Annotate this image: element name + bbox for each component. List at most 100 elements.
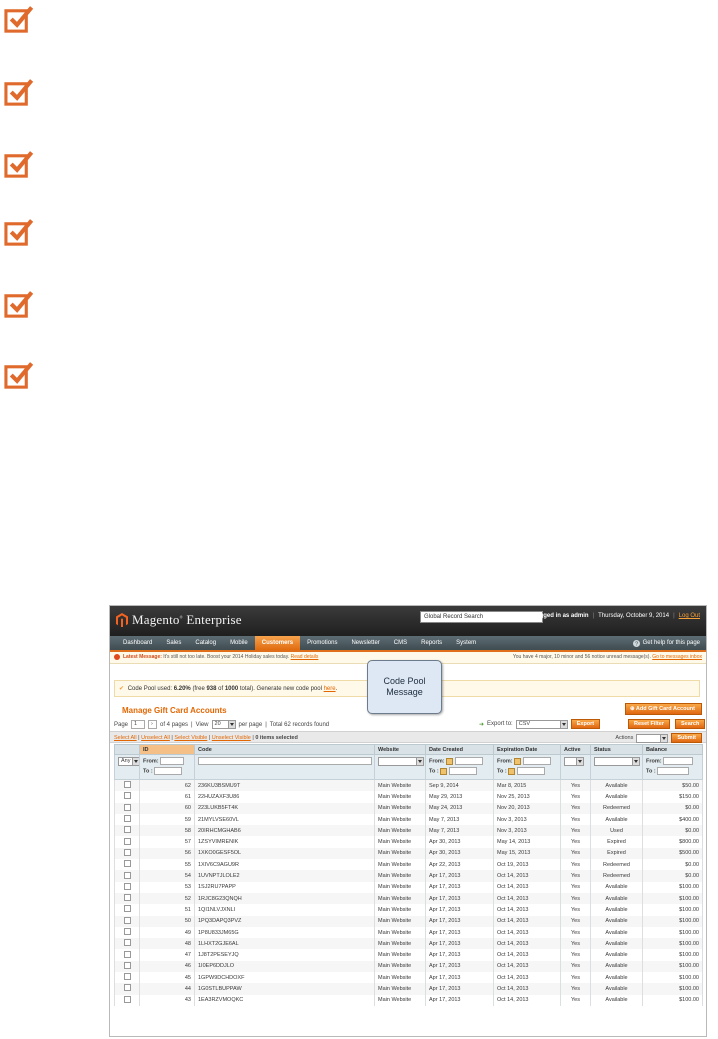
global-search-input[interactable]: Global Record Search: [420, 611, 543, 623]
table-row[interactable]: 48 1LHXT2GJE6AL Main Website Apr 17, 2013 Oc…: [114, 938, 703, 950]
table-row[interactable]: 49 1P8U833JM65G Main Website Apr 17, 2013 Oc…: [114, 926, 703, 939]
select-all-link[interactable]: Select All: [114, 735, 137, 741]
reset-filter-button[interactable]: Reset Filter: [628, 719, 670, 729]
table-row[interactable]: 57 1ZSYVIMRENIK Main Website Apr 30, 2013 Ma…: [114, 836, 703, 848]
select-visible-link[interactable]: Select Visible: [174, 735, 207, 741]
column-header-date-created[interactable]: Date Created: [425, 744, 494, 755]
export-button[interactable]: Export: [570, 719, 601, 729]
column-header-status[interactable]: Status: [590, 744, 643, 755]
row-checkbox[interactable]: [123, 984, 131, 992]
row-checkbox[interactable]: [123, 792, 131, 800]
balance-from-input[interactable]: [663, 757, 694, 765]
logout-link[interactable]: Log Out: [679, 613, 700, 619]
calendar-icon[interactable]: [508, 767, 516, 775]
unselect-visible-link[interactable]: Unselect Visible: [212, 735, 251, 741]
row-checkbox[interactable]: [123, 871, 131, 879]
table-row[interactable]: 60 223LUKB5FT4K Main Website May 24, 2013 No…: [114, 802, 703, 814]
table-row[interactable]: 58 20IRHCMGHAB6 Main Website May 7, 2013 Nov…: [114, 825, 703, 837]
id-to-input[interactable]: [154, 767, 183, 775]
table-row[interactable]: 51 1QI1NLVJXNLI Main Website Apr 17, 2013 Oc…: [114, 904, 703, 916]
cell-expiration: Oct 14, 2013: [493, 892, 561, 905]
date-created-from-input[interactable]: [454, 757, 483, 765]
website-filter-select[interactable]: [378, 757, 424, 766]
row-checkbox[interactable]: [123, 916, 131, 924]
nav-item-system[interactable]: System: [449, 636, 483, 650]
nav-item-catalog[interactable]: Catalog: [188, 636, 223, 650]
table-row[interactable]: 54 1UVNPTJLOLE2 Main Website Apr 17, 2013 Oc…: [114, 870, 703, 882]
per-page-select[interactable]: 20: [211, 720, 236, 729]
gift-card-grid: ID Code Website Date Created Expiration Date…: [114, 744, 703, 1006]
row-checkbox[interactable]: [123, 894, 131, 902]
row-checkbox[interactable]: [123, 781, 131, 789]
row-checkbox[interactable]: [123, 995, 131, 1003]
add-gift-card-button[interactable]: ⊕ Add Gift Card Account: [624, 703, 702, 715]
calendar-icon[interactable]: [446, 757, 454, 765]
nav-item-promotions[interactable]: Promotions: [300, 636, 344, 650]
calendar-icon[interactable]: [514, 757, 522, 765]
table-row[interactable]: 44 1G0STLBUPPAW Main Website Apr 17, 2013 Oc…: [114, 983, 703, 995]
status-filter-select[interactable]: [594, 757, 640, 766]
nav-item-newsletter[interactable]: Newsletter: [344, 636, 386, 650]
table-row[interactable]: 43 1EA3RZVMOQKC Main Website Apr 17, 2013 Oc…: [114, 994, 703, 1006]
row-checkbox[interactable]: [123, 939, 131, 947]
column-header-expiration-date[interactable]: Expiration Date: [493, 744, 561, 755]
expiration-from-input[interactable]: [522, 757, 551, 765]
nav-item-cms[interactable]: CMS: [387, 636, 414, 650]
table-row[interactable]: 62 236KU3BSMU9T Main Website Sep 9, 2014 Mar…: [114, 779, 703, 792]
row-checkbox[interactable]: [123, 928, 131, 935]
table-row[interactable]: 53 1SJ2RU7PAPP Main Website Apr 17, 2013 Oct…: [114, 881, 703, 893]
nav-item-reports[interactable]: Reports: [414, 636, 449, 650]
next-page-button[interactable]: ›: [148, 720, 158, 729]
logo-brand: Magento: [132, 612, 180, 627]
submit-button[interactable]: Submit: [671, 733, 702, 743]
code-filter-input[interactable]: [198, 757, 372, 765]
table-row[interactable]: 55 1XIV6C9AGU9R Main Website Apr 22, 2013 Oc…: [114, 859, 703, 871]
row-checkbox[interactable]: [123, 950, 131, 958]
help-link[interactable]: ? Get help for this page: [632, 636, 700, 650]
nav-item-sales[interactable]: Sales: [159, 636, 188, 650]
table-row[interactable]: 56 1XKO0GESF5OL Main Website Apr 30, 2013 Ma…: [114, 847, 703, 860]
column-header-balance[interactable]: Balance: [642, 744, 703, 755]
date-created-to-input[interactable]: [448, 767, 477, 775]
row-checkbox[interactable]: [123, 803, 131, 811]
nav-item-customers[interactable]: Customers: [254, 636, 301, 650]
table-row[interactable]: 46 1I0EP6DDJLO Main Website Apr 17, 2013 Oct…: [114, 960, 703, 973]
table-row[interactable]: 45 1GPW9DCHDOXF Main Website Apr 17, 2013 Oc…: [114, 972, 703, 984]
generate-pool-link[interactable]: here: [324, 686, 336, 692]
go-to-inbox-link[interactable]: Go to messages inbox: [652, 654, 702, 660]
page-input[interactable]: 1: [131, 720, 146, 729]
column-header-website[interactable]: Website: [374, 744, 426, 755]
row-checkbox[interactable]: [123, 961, 131, 969]
table-row[interactable]: 50 1PQ3DAPQ3PVZ Main Website Apr 17, 2013 Oc…: [114, 915, 703, 927]
row-checkbox[interactable]: [123, 860, 131, 868]
nav-item-mobile[interactable]: Mobile: [223, 636, 255, 650]
read-details-link[interactable]: Read details: [291, 654, 319, 660]
row-checkbox[interactable]: [123, 815, 131, 823]
id-from-input[interactable]: [160, 757, 185, 765]
row-checkbox[interactable]: [123, 848, 131, 856]
column-header-code[interactable]: Code: [194, 744, 375, 755]
row-checkbox[interactable]: [123, 905, 131, 913]
any-select[interactable]: Any: [118, 757, 139, 766]
cell-expiration: Mar 8, 2015: [493, 779, 561, 792]
column-header-active[interactable]: Active: [560, 744, 591, 755]
export-format-select[interactable]: CSV: [515, 719, 568, 729]
table-row[interactable]: 59 21MYLVSE60VL Main Website May 7, 2013 Nov…: [114, 813, 703, 826]
row-checkbox[interactable]: [123, 973, 131, 981]
balance-to-input[interactable]: [657, 767, 690, 775]
expiration-to-input[interactable]: [516, 767, 545, 775]
nav-item-dashboard[interactable]: Dashboard: [116, 636, 159, 650]
table-row[interactable]: 47 1J8T2PESEYJQ Main Website Apr 17, 2013 Oc…: [114, 949, 703, 961]
column-header-select[interactable]: [114, 744, 140, 755]
table-row[interactable]: 61 22HUZAXF3U86 Main Website May 29, 2013 No…: [114, 791, 703, 803]
row-checkbox[interactable]: [123, 826, 131, 834]
calendar-icon[interactable]: [440, 767, 448, 775]
search-button[interactable]: Search: [675, 719, 706, 729]
row-checkbox[interactable]: [123, 882, 131, 890]
table-row[interactable]: 52 1RJC8G23QNQH Main Website Apr 17, 2013 Oc…: [114, 892, 703, 905]
row-checkbox[interactable]: [123, 837, 131, 845]
unselect-all-link[interactable]: Unselect All: [141, 735, 170, 741]
column-header-id[interactable]: ID: [139, 744, 195, 755]
actions-select[interactable]: [636, 733, 669, 743]
active-filter-select[interactable]: [564, 757, 584, 766]
